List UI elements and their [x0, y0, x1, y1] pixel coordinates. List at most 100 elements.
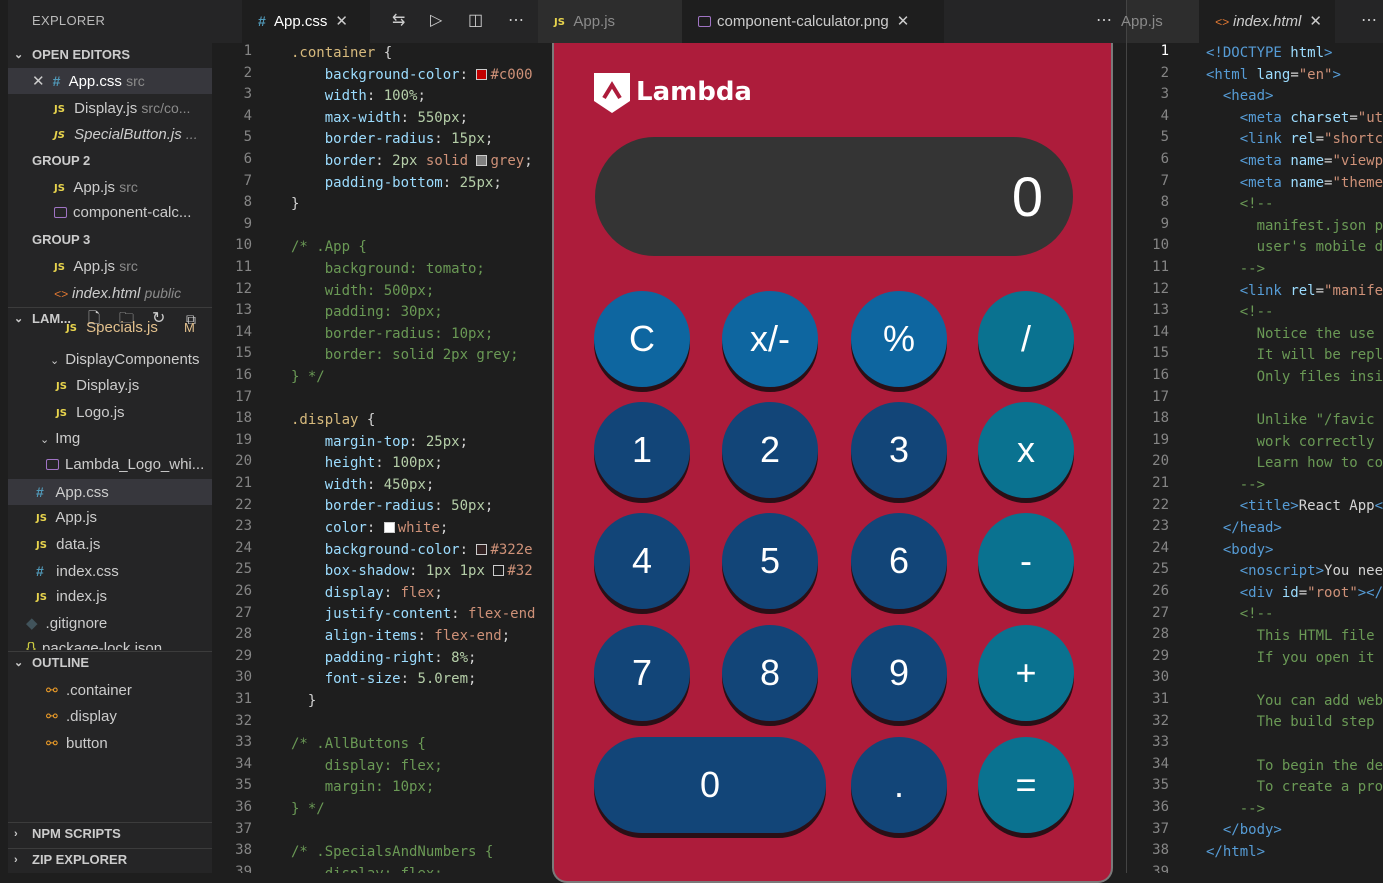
- line-number: 35: [1152, 777, 1169, 794]
- group2-component-calc[interactable]: component-calc...: [8, 200, 212, 226]
- tab-app-js-3[interactable]: App.js: [1121, 0, 1199, 43]
- image-file-icon: [698, 16, 711, 27]
- js-file-icon: JS: [36, 540, 47, 551]
- line-number: 25: [1152, 561, 1169, 578]
- close-icon[interactable]: ✕: [335, 13, 348, 30]
- line-number: 13: [235, 302, 252, 319]
- compare-changes-icon[interactable]: ⇆: [392, 10, 405, 30]
- line-number: 28: [1152, 626, 1169, 643]
- line-number: 10: [235, 237, 252, 254]
- tree-gitignore[interactable]: ◆ .gitignore: [8, 611, 212, 637]
- tree-index-js[interactable]: JS index.js: [8, 584, 212, 610]
- more-actions-icon[interactable]: ⋯: [1361, 10, 1377, 30]
- group-3-header[interactable]: GROUP 3: [8, 229, 212, 251]
- line-number: 26: [1152, 583, 1169, 599]
- open-editor-display-js[interactable]: JS Display.js src/co...: [8, 95, 212, 121]
- percent-button: %: [851, 291, 947, 387]
- chevron-down-icon: ⌄: [14, 657, 24, 669]
- image-file-icon: [54, 207, 67, 218]
- line-number: 31: [235, 691, 252, 707]
- line-number: 16: [235, 367, 252, 383]
- more-actions-icon[interactable]: ⋯: [1096, 10, 1112, 30]
- lambda-logo: [594, 73, 630, 118]
- line-number: 18: [235, 410, 252, 427]
- line-number: 35: [235, 777, 252, 794]
- line-number: 12: [235, 280, 252, 297]
- line-number: 10: [1152, 237, 1169, 254]
- tree-app-css[interactable]: # App.css: [8, 479, 212, 505]
- line-number: 23: [1152, 518, 1169, 535]
- close-icon[interactable]: ✕: [897, 13, 910, 30]
- tree-app-js[interactable]: JS App.js: [8, 505, 212, 531]
- editor3-code[interactable]: 1 2 3 4 5 6 7 8 9 10 11 12 13 14 15 16 17 18 19 20 21 22 23 24 2…: [1126, 43, 1383, 873]
- tab-app-js-2[interactable]: JS App.js: [538, 0, 682, 43]
- css-file-icon: #: [52, 73, 61, 89]
- outline-header[interactable]: ⌄ OUTLINE: [8, 651, 212, 673]
- line-number: 28: [235, 626, 252, 643]
- close-icon[interactable]: ✕: [1309, 13, 1322, 30]
- digit-5-button: 5: [722, 513, 818, 609]
- divide-button: /: [978, 291, 1074, 387]
- outline-button[interactable]: ⚯ button: [8, 730, 212, 756]
- open-editor-app-css[interactable]: ✕ # App.css src: [8, 68, 212, 94]
- digit-9-button: 9: [851, 625, 947, 721]
- run-icon[interactable]: ▷: [430, 10, 442, 30]
- group-2-header[interactable]: GROUP 2: [8, 150, 212, 172]
- multiply-button: x: [978, 402, 1074, 498]
- digit-8-button: 8: [722, 625, 818, 721]
- line-number: 8: [1160, 194, 1169, 211]
- css-source: .container { background-color: #c000 wid…: [291, 45, 536, 873]
- line-number: 11: [235, 259, 252, 275]
- npm-scripts-header[interactable]: › NPM SCRIPTS: [8, 822, 212, 844]
- tree-img-folder[interactable]: ⌄ Img: [8, 426, 212, 452]
- js-file-icon: JS: [54, 183, 65, 194]
- tree-data-js[interactable]: JS data.js: [8, 532, 212, 558]
- close-icon[interactable]: ✕: [32, 73, 45, 90]
- more-actions-icon[interactable]: ⋯: [508, 10, 524, 30]
- tree-display-js[interactable]: JS Display.js: [8, 373, 212, 399]
- tree-specials-js[interactable]: JS Specials.js M: [8, 321, 212, 335]
- line-number: 36: [1152, 799, 1169, 815]
- tab-app-css[interactable]: # App.css ✕: [242, 0, 370, 43]
- line-number: 21: [1152, 475, 1169, 491]
- calculator-image: Lambda 0 C x/- % / 1 2 3 x 4 5 6 - 7 8 9…: [552, 43, 1113, 883]
- line-number: 29: [1152, 647, 1169, 664]
- group2-app-js[interactable]: JS App.js src: [8, 174, 212, 200]
- editor2-tabbar: JS App.js component-calculator.png ✕ ⋯: [538, 0, 1126, 43]
- tree-index-css[interactable]: # index.css: [8, 558, 212, 584]
- tab-index-html[interactable]: <> index.html ✕: [1199, 0, 1335, 43]
- html-file-icon: <>: [54, 287, 69, 301]
- digit-0-button: 0: [594, 737, 826, 833]
- line-number: 31: [1152, 691, 1169, 707]
- tree-lambda-logo[interactable]: Lambda_Logo_whi...: [8, 452, 212, 478]
- negate-button: x/-: [722, 291, 818, 387]
- tree-package-lock[interactable]: {} package-lock.json: [8, 638, 212, 650]
- explorer-title: EXPLORER: [32, 13, 106, 28]
- open-editor-specialbutton-js[interactable]: JS SpecialButton.js ...: [8, 121, 212, 147]
- tab-component-calculator-png[interactable]: component-calculator.png ✕: [682, 0, 944, 43]
- line-number: 2: [243, 64, 252, 81]
- chevron-down-icon: ⌄: [50, 355, 60, 367]
- outline-container[interactable]: ⚯ .container: [8, 677, 212, 703]
- group3-index-html[interactable]: <> index.html public: [8, 280, 212, 306]
- chevron-right-icon: ›: [14, 828, 18, 840]
- line-number: 33: [235, 734, 252, 751]
- js-file-icon: JS: [66, 323, 77, 334]
- explorer-sidebar: EXPLORER ⌄ OPEN EDITORS ✕ # App.css src JS …: [8, 0, 212, 873]
- line-number: 33: [1152, 734, 1169, 751]
- tree-logo-js[interactable]: JS Logo.js: [8, 400, 212, 426]
- zip-explorer-header[interactable]: › ZIP EXPLORER: [8, 848, 212, 870]
- line-number: 26: [235, 583, 252, 599]
- line-number: 32: [235, 712, 252, 729]
- line-number: 36: [235, 799, 252, 815]
- group3-app-js[interactable]: JS App.js src: [8, 253, 212, 279]
- outline-display[interactable]: ⚯ .display: [8, 703, 212, 729]
- open-editors-header[interactable]: ⌄ OPEN EDITORS: [8, 44, 212, 66]
- split-editor-icon[interactable]: ◫: [468, 10, 483, 30]
- add-button: +: [978, 625, 1074, 721]
- editor1-code[interactable]: 1 2 3 4 5 6 7 8 9 10 11 12 13 14 15 16 17 18 19 20 21 22 23 24 2…: [212, 43, 538, 873]
- line-number: 39: [1152, 863, 1169, 873]
- tree-displaycomponents-folder[interactable]: ⌄ DisplayComponents: [8, 347, 212, 373]
- js-file-icon: JS: [36, 592, 47, 603]
- digit-2-button: 2: [722, 402, 818, 498]
